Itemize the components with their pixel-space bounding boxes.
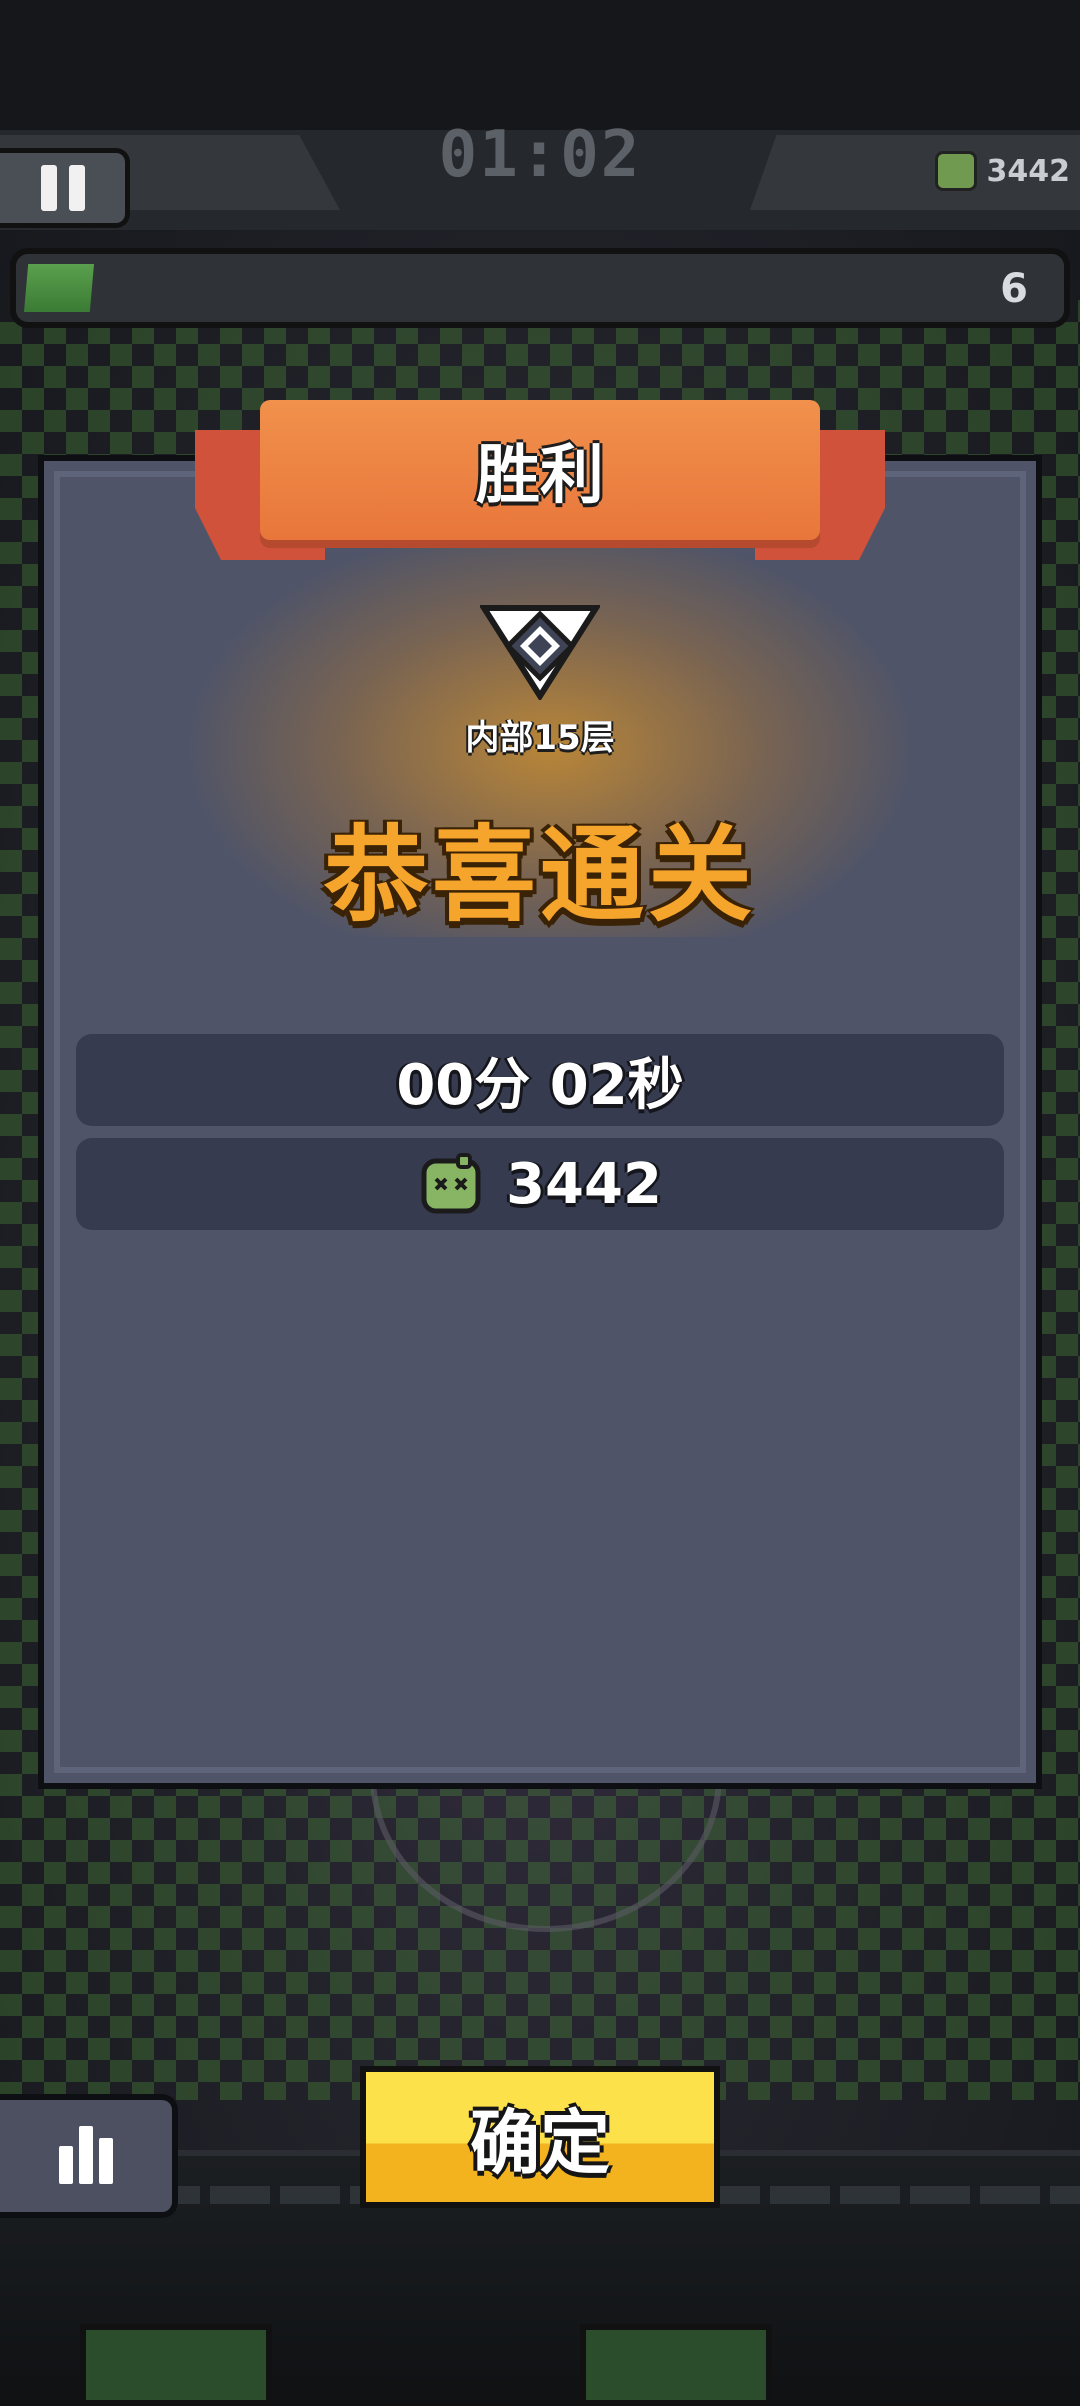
floor-label: 内部15层 [465,718,615,758]
confirm-button[interactable]: 确定 [360,2066,720,2208]
floor-crate [80,2324,272,2406]
kill-counter: 3442 [920,145,1070,197]
rank-badge-icon [480,605,600,700]
stage-clear-headline: 恭喜通关 [323,814,756,936]
xp-bar-fill [24,264,94,312]
kill-total: 3442 [506,1151,662,1217]
pause-icon [40,165,85,211]
confirm-label: 确定 [470,2101,610,2184]
bar-chart-icon [59,2126,113,2184]
slime-icon [421,1153,481,1214]
floor-crate [580,2324,772,2406]
slime-icon [934,151,977,191]
top-hud: 01:02 3442 [0,0,1080,230]
dialog-title: 胜利 [476,439,604,513]
kill-total-row: 3442 [76,1138,1004,1230]
clear-time: 00分 02秒 [396,1052,684,1118]
player-level: 6 [1000,266,1028,312]
xp-bar: 6 [10,248,1070,328]
clear-time-row: 00分 02秒 [76,1034,1004,1126]
game-timer: 01:02 [438,118,642,192]
kill-count: 3442 [986,153,1071,189]
pause-button[interactable] [0,148,130,228]
title-ribbon: 胜利 [260,400,820,540]
statistics-button[interactable] [0,2094,178,2218]
